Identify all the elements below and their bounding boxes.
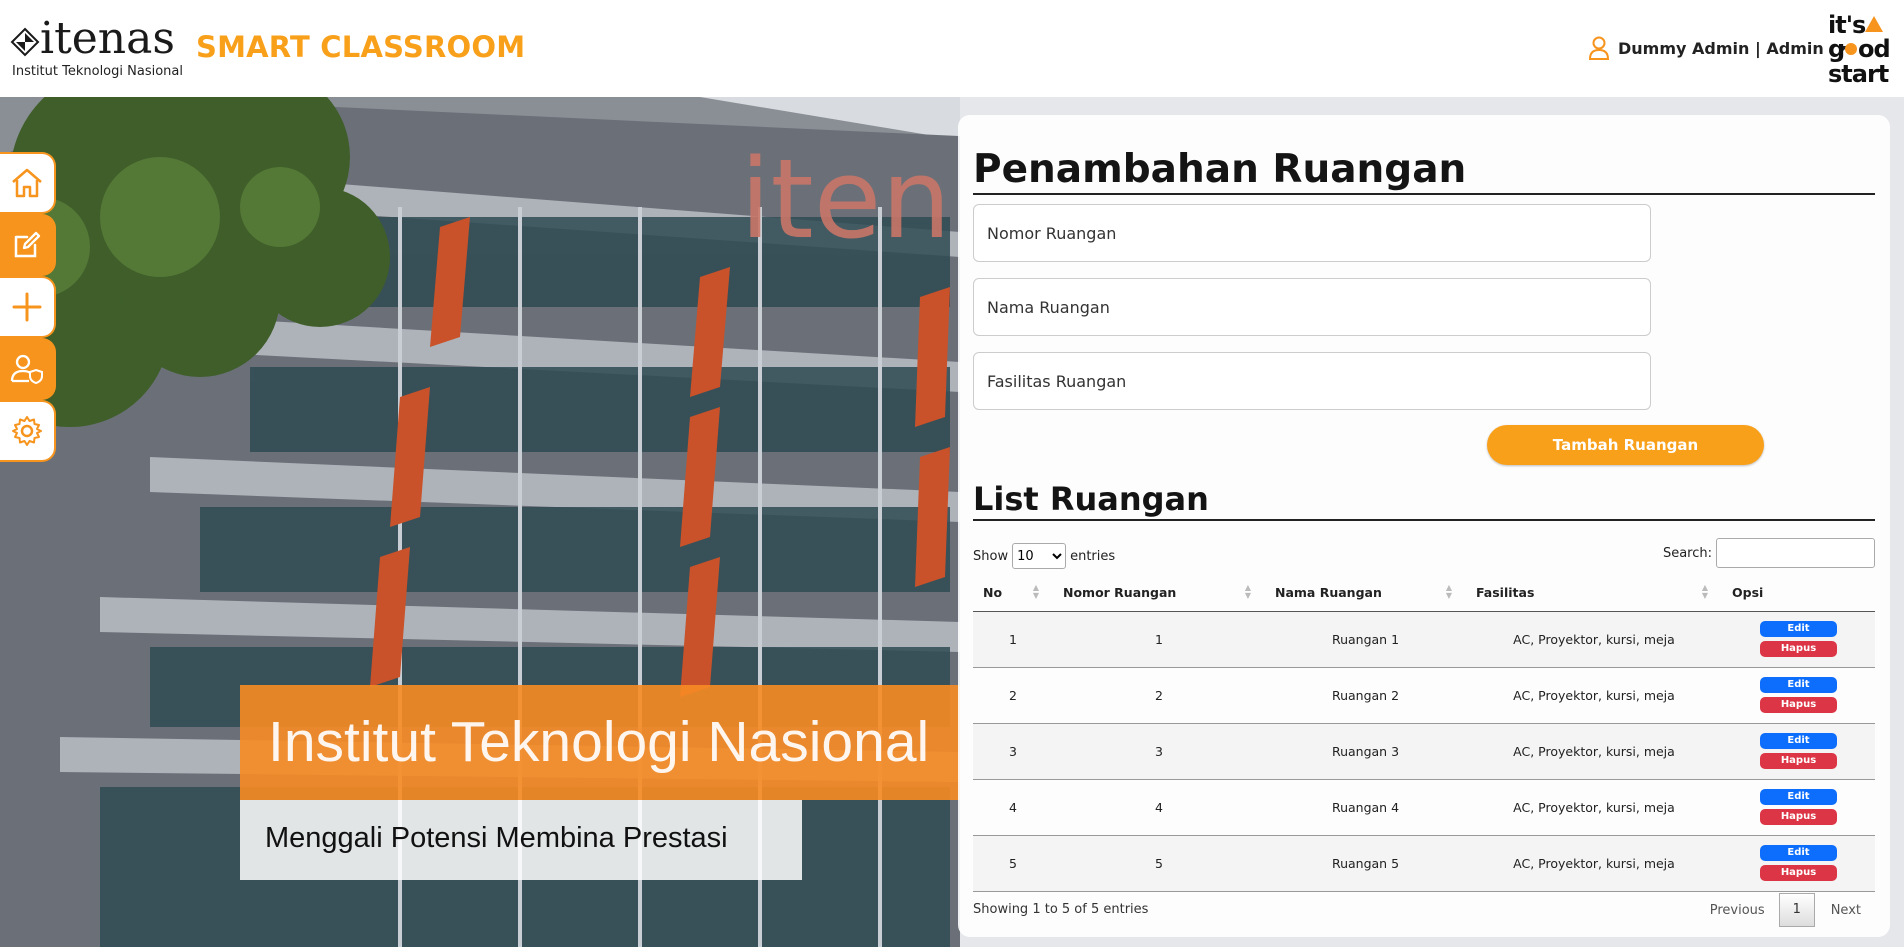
cell-fasilitas: AC, Proyektor, kursi, meja bbox=[1466, 611, 1722, 668]
user-shield-icon bbox=[10, 354, 43, 385]
svg-text:start: start bbox=[1828, 60, 1889, 86]
user-name: Dummy Admin | Admin bbox=[1618, 38, 1824, 58]
cell-fasilitas: AC, Proyektor, kursi, meja bbox=[1466, 779, 1722, 836]
user-icon bbox=[1588, 36, 1610, 60]
cell-nomor: 1 bbox=[1053, 611, 1265, 668]
top-header: itenas Institut Teknologi Nasional SMART… bbox=[0, 0, 1904, 97]
banner-subtitle-box: Menggali Potensi Membina Prestasi bbox=[240, 800, 802, 880]
cell-fasilitas: AC, Proyektor, kursi, meja bbox=[1466, 835, 1722, 892]
table-footer: Showing 1 to 5 of 5 entries Previous 1 N… bbox=[973, 893, 1875, 927]
edit-button[interactable]: Edit bbox=[1760, 621, 1837, 637]
search-input[interactable] bbox=[1716, 538, 1875, 568]
list-title: List Ruangan bbox=[973, 480, 1209, 518]
sidebar-item-edit[interactable] bbox=[0, 214, 56, 276]
cell-fasilitas: AC, Proyektor, kursi, meja bbox=[1466, 667, 1722, 724]
banner-title-box: Institut Teknologi Nasional bbox=[240, 685, 960, 800]
edit-button[interactable]: Edit bbox=[1760, 845, 1837, 861]
table-controls: Show 10 entries Search: bbox=[973, 538, 1875, 569]
hapus-button[interactable]: Hapus bbox=[1760, 697, 1837, 713]
cell-no: 4 bbox=[973, 779, 1053, 836]
form-title: Penambahan Ruangan bbox=[973, 147, 1467, 192]
cell-no: 2 bbox=[973, 667, 1053, 724]
its-good-start-logo: it's g od start bbox=[1826, 11, 1896, 88]
previous-page-button[interactable]: Previous bbox=[1696, 903, 1779, 918]
cell-nama: Ruangan 5 bbox=[1265, 835, 1466, 892]
page-1-button[interactable]: 1 bbox=[1778, 893, 1815, 927]
app-title: SMART CLASSROOM bbox=[196, 30, 526, 64]
itenas-logo: itenas Institut Teknologi Nasional bbox=[10, 13, 183, 84]
cell-no: 5 bbox=[973, 835, 1053, 892]
svg-text:g: g bbox=[1828, 35, 1844, 63]
column-header-no[interactable]: No ▲ ▼ bbox=[973, 575, 1053, 612]
pagination: Previous 1 Next bbox=[1696, 893, 1875, 927]
diamond-icon bbox=[10, 27, 40, 56]
cell-no: 1 bbox=[973, 611, 1053, 668]
column-header-fasilitas[interactable]: Fasilitas ▲ ▼ bbox=[1466, 575, 1722, 612]
table-row: 4 4 Ruangan 4 AC, Proyektor, kursi, meja… bbox=[973, 779, 1875, 836]
cell-nama: Ruangan 4 bbox=[1265, 779, 1466, 836]
cell-fasilitas: AC, Proyektor, kursi, meja bbox=[1466, 723, 1722, 780]
main-panel: Penambahan Ruangan Tambah Ruangan List R… bbox=[958, 115, 1890, 937]
table-info: Showing 1 to 5 of 5 entries bbox=[973, 902, 1149, 917]
banner-title: Institut Teknologi Nasional bbox=[268, 710, 930, 774]
table-row: 3 3 Ruangan 3 AC, Proyektor, kursi, meja… bbox=[973, 723, 1875, 780]
svg-text:od: od bbox=[1858, 35, 1890, 63]
hapus-button[interactable]: Hapus bbox=[1760, 809, 1837, 825]
banner-subtitle: Menggali Potensi Membina Prestasi bbox=[265, 822, 728, 854]
gear-icon bbox=[12, 416, 42, 446]
plus-icon bbox=[12, 292, 42, 322]
hapus-button[interactable]: Hapus bbox=[1760, 641, 1837, 657]
fasilitas-ruangan-input[interactable] bbox=[973, 352, 1651, 410]
show-label: Show bbox=[973, 548, 1009, 564]
hapus-button[interactable]: Hapus bbox=[1760, 865, 1837, 881]
entries-label: entries bbox=[1070, 548, 1116, 564]
edit-icon bbox=[14, 231, 41, 258]
ruangan-table: No ▲ ▼ Nomor Ruangan ▲ ▼ Nama Ruangan ▲ ▼ Fasi… bbox=[973, 575, 1875, 892]
list-title-rule bbox=[973, 519, 1875, 521]
search-label: Search: bbox=[1662, 545, 1712, 561]
edit-button[interactable]: Edit bbox=[1760, 789, 1837, 805]
cell-opsi: Edit Hapus bbox=[1722, 611, 1875, 668]
table-row: 1 1 Ruangan 1 AC, Proyektor, kursi, meja… bbox=[973, 611, 1875, 668]
hapus-button[interactable]: Hapus bbox=[1760, 753, 1837, 769]
nama-ruangan-input[interactable] bbox=[973, 278, 1651, 336]
column-header-nomor[interactable]: Nomor Ruangan ▲ ▼ bbox=[1053, 575, 1265, 612]
table-row: 2 2 Ruangan 2 AC, Proyektor, kursi, meja… bbox=[973, 667, 1875, 724]
cell-nomor: 4 bbox=[1053, 779, 1265, 836]
tambah-ruangan-button[interactable]: Tambah Ruangan bbox=[1487, 425, 1764, 465]
cell-nomor: 5 bbox=[1053, 835, 1265, 892]
sidebar-item-add[interactable] bbox=[0, 276, 56, 338]
column-header-opsi: Opsi bbox=[1722, 575, 1875, 612]
sidebar bbox=[0, 152, 56, 462]
user-dropdown[interactable]: Dummy Admin | Admin bbox=[1588, 34, 1848, 62]
table-header-row: No ▲ ▼ Nomor Ruangan ▲ ▼ Nama Ruangan ▲ ▼ Fasi… bbox=[973, 575, 1875, 612]
cell-nomor: 3 bbox=[1053, 723, 1265, 780]
edit-button[interactable]: Edit bbox=[1760, 733, 1837, 749]
sidebar-item-home[interactable] bbox=[0, 152, 56, 214]
logo-text: itenas bbox=[40, 13, 175, 64]
next-page-button[interactable]: Next bbox=[1815, 903, 1875, 918]
sidebar-item-admin[interactable] bbox=[0, 338, 56, 400]
form-title-rule bbox=[973, 193, 1875, 195]
cell-opsi: Edit Hapus bbox=[1722, 779, 1875, 836]
cell-no: 3 bbox=[973, 723, 1053, 780]
home-icon bbox=[12, 168, 42, 198]
column-header-nama[interactable]: Nama Ruangan ▲ ▼ bbox=[1265, 575, 1466, 612]
cell-nomor: 2 bbox=[1053, 667, 1265, 724]
cell-opsi: Edit Hapus bbox=[1722, 835, 1875, 892]
table-row: 5 5 Ruangan 5 AC, Proyektor, kursi, meja… bbox=[973, 835, 1875, 892]
nomor-ruangan-input[interactable] bbox=[973, 204, 1651, 262]
cell-nama: Ruangan 3 bbox=[1265, 723, 1466, 780]
svg-text:iten: iten bbox=[740, 135, 951, 263]
cell-nama: Ruangan 1 bbox=[1265, 611, 1466, 668]
logo-subtitle: Institut Teknologi Nasional bbox=[12, 64, 183, 79]
cell-opsi: Edit Hapus bbox=[1722, 667, 1875, 724]
cell-nama: Ruangan 2 bbox=[1265, 667, 1466, 724]
cell-opsi: Edit Hapus bbox=[1722, 723, 1875, 780]
sidebar-item-settings[interactable] bbox=[0, 400, 56, 462]
edit-button[interactable]: Edit bbox=[1760, 677, 1837, 693]
page-length-select[interactable]: 10 bbox=[1012, 543, 1067, 569]
